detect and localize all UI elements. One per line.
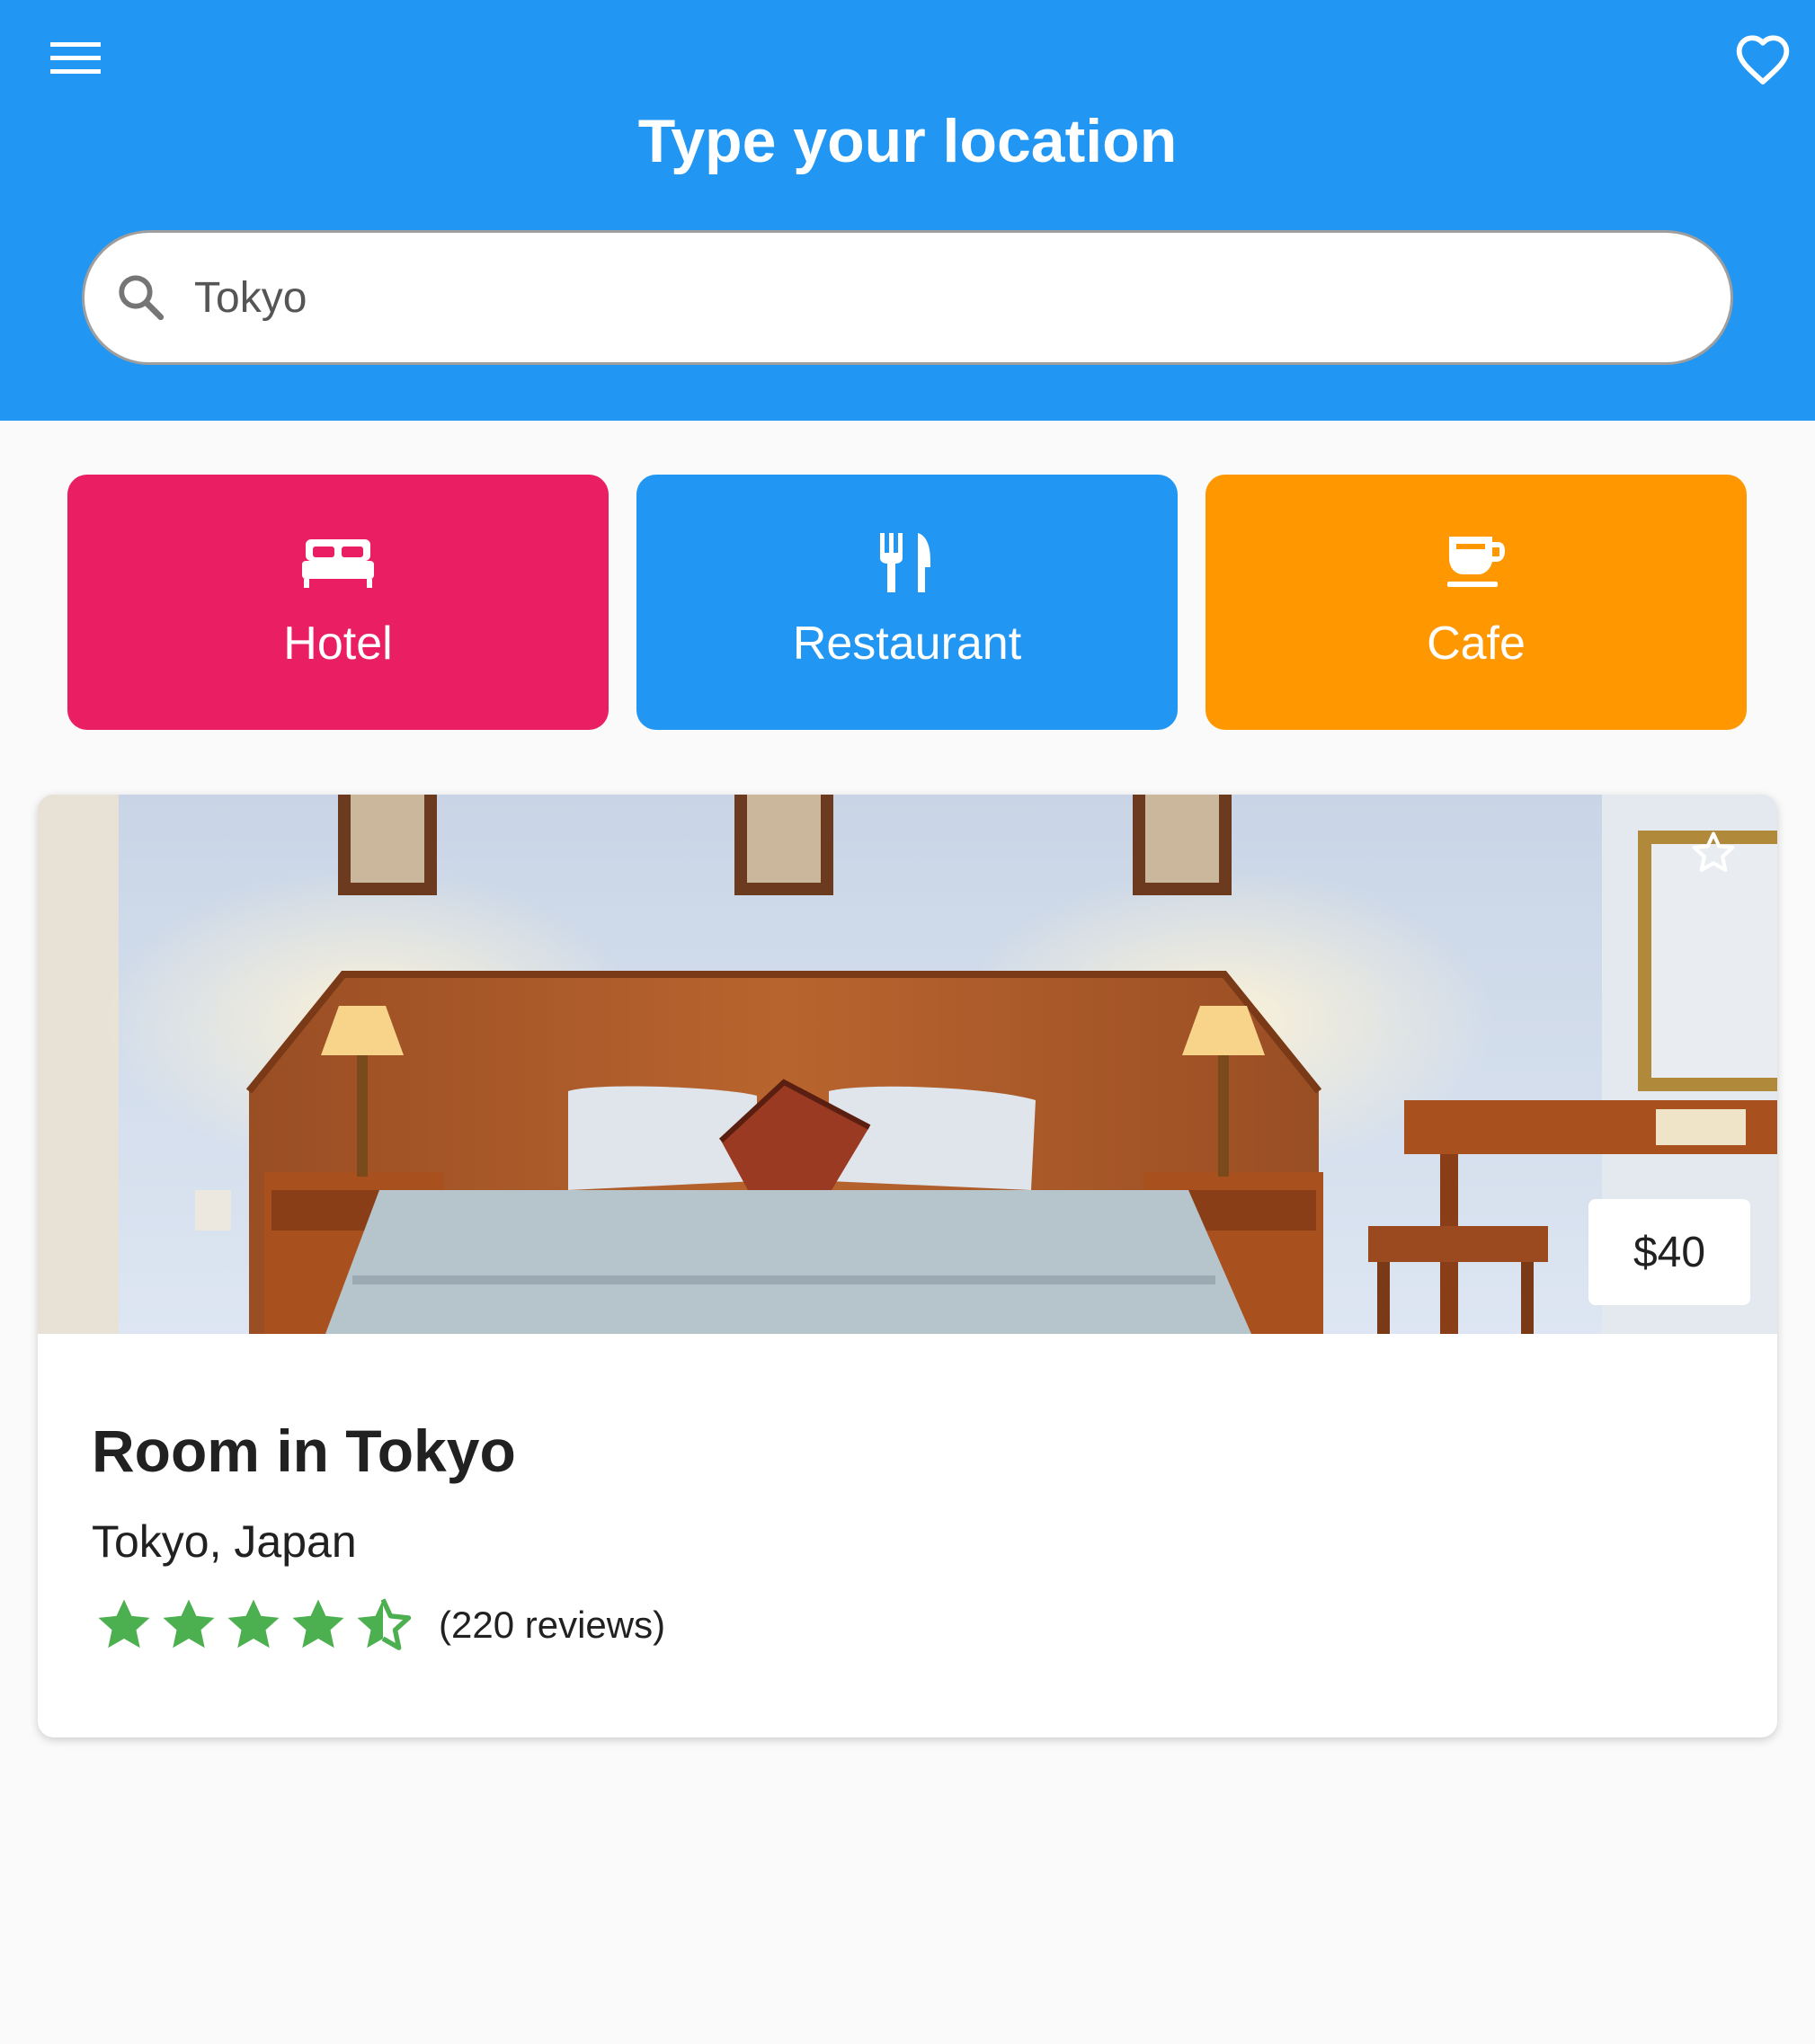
menu-button[interactable] (36, 27, 115, 90)
category-cafe-button[interactable]: Cafe (1206, 475, 1747, 730)
search-input[interactable] (192, 271, 1631, 324)
listing-location: Tokyo, Japan (92, 1516, 357, 1567)
category-hotel-button[interactable]: Hotel (67, 475, 609, 730)
app-header: Type your location (0, 0, 1815, 421)
search-bar[interactable] (82, 230, 1733, 365)
heart-outline-icon (1736, 35, 1790, 84)
room-photo (38, 795, 1777, 1334)
category-label: Hotel (283, 618, 393, 670)
review-count: (220 reviews) (439, 1604, 666, 1646)
rating: (220 reviews) (92, 1593, 665, 1657)
bed-icon (293, 529, 383, 597)
fork-knife-icon (862, 529, 952, 597)
price-badge: $40 (1588, 1199, 1750, 1305)
bookmark-button[interactable] (1682, 822, 1745, 884)
category-restaurant-button[interactable]: Restaurant (636, 475, 1178, 730)
category-label: Cafe (1427, 618, 1526, 670)
listing-card[interactable]: $40 Room in Tokyo Tokyo, Japan (220 revi… (38, 795, 1777, 1737)
category-label: Restaurant (792, 618, 1022, 670)
star-filled-icon (98, 1599, 150, 1649)
favorites-button[interactable] (1720, 23, 1806, 95)
coffee-cup-icon (1431, 529, 1521, 597)
menu-icon (50, 42, 101, 74)
star-filled-icon (292, 1599, 344, 1649)
search-icon (110, 266, 173, 329)
star-half-icon (357, 1598, 412, 1650)
listing-title: Room in Tokyo (92, 1417, 516, 1484)
star-filled-icon (227, 1599, 280, 1649)
star-outline-icon (1692, 831, 1735, 872)
page-title: Type your location (637, 107, 1178, 175)
star-filled-icon (163, 1599, 215, 1649)
